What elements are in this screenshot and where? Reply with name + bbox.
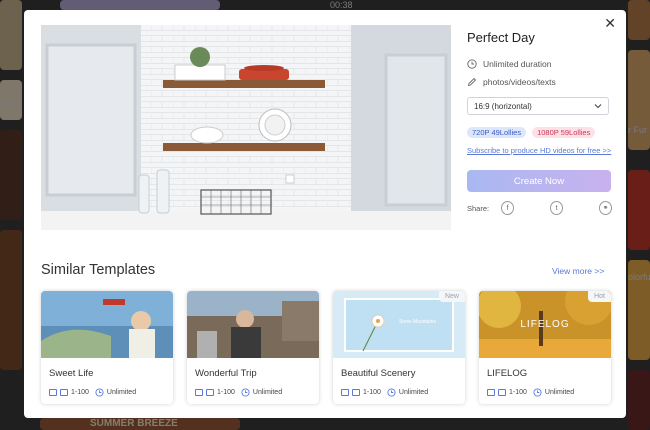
kitchen-shelf-illustration bbox=[41, 25, 451, 230]
view-more-link[interactable]: View more >> bbox=[552, 266, 604, 276]
share-row: Share: f t ⚭ bbox=[467, 201, 613, 215]
card-duration: Unlimited bbox=[106, 389, 137, 396]
card-title: LIFELOG bbox=[487, 368, 528, 379]
facebook-icon[interactable]: f bbox=[501, 201, 515, 215]
aspect-ratio-select[interactable]: 16:9 (horizontal) bbox=[467, 97, 609, 115]
card-meta: 1-100 Unlimited bbox=[341, 388, 428, 397]
similar-templates-heading: Similar Templates bbox=[41, 262, 156, 278]
card-range: 1-100 bbox=[217, 389, 235, 396]
badge-1080p: 1080P 59Lollies bbox=[532, 127, 596, 138]
clock-icon bbox=[533, 388, 542, 397]
template-card-lifelog[interactable]: LIFELOG Hot LIFELOG 1-100 Unlimited bbox=[479, 291, 611, 404]
card-meta: 1-100 Unlimited bbox=[195, 388, 282, 397]
card-overlay-text: LIFELOG bbox=[520, 319, 569, 330]
template-card-sweet-life[interactable]: Sweet Life 1-100 Unlimited bbox=[41, 291, 173, 404]
card-thumbnail bbox=[187, 291, 319, 358]
image-icon bbox=[195, 389, 203, 396]
duration-row: Unlimited duration bbox=[467, 55, 612, 73]
card-title: Wonderful Trip bbox=[195, 368, 257, 379]
card-duration: Unlimited bbox=[544, 389, 575, 396]
template-card-beautiful-scenery[interactable]: Snow Mountains New Beautiful Scenery 1-1… bbox=[333, 291, 465, 404]
template-title: Perfect Day bbox=[467, 30, 535, 45]
subscribe-link[interactable]: Subscribe to produce HD videos for free … bbox=[467, 144, 612, 158]
twitter-icon[interactable]: t bbox=[550, 201, 564, 215]
template-info-panel: Perfect Day Unlimited duration photos/vi… bbox=[467, 30, 613, 215]
card-thumbnail bbox=[41, 291, 173, 358]
duration-text: Unlimited duration bbox=[483, 59, 552, 69]
hot-tag: Hot bbox=[588, 291, 611, 302]
close-icon[interactable]: ✕ bbox=[604, 16, 616, 30]
card-duration: Unlimited bbox=[398, 389, 429, 396]
create-now-button[interactable]: Create Now bbox=[467, 170, 611, 192]
video-icon bbox=[352, 389, 360, 396]
image-icon bbox=[487, 389, 495, 396]
video-icon bbox=[206, 389, 214, 396]
card-range: 1-100 bbox=[71, 389, 89, 396]
clock-icon bbox=[467, 59, 477, 69]
pencil-icon bbox=[467, 77, 477, 87]
template-preview-image[interactable] bbox=[41, 25, 451, 230]
video-icon bbox=[498, 389, 506, 396]
template-preview-modal: ✕ Perfect Day Unlimited duration photos/… bbox=[24, 10, 626, 418]
quality-badges: 720P 49Lollies 1080P 59Lollies bbox=[467, 127, 612, 138]
card-overlay-text: Snow Mountains bbox=[399, 319, 436, 325]
new-tag: New bbox=[438, 291, 465, 302]
image-icon bbox=[341, 389, 349, 396]
clock-icon bbox=[95, 388, 104, 397]
card-range: 1-100 bbox=[509, 389, 527, 396]
card-duration: Unlimited bbox=[252, 389, 283, 396]
image-icon bbox=[49, 389, 57, 396]
clock-icon bbox=[387, 388, 396, 397]
link-icon[interactable]: ⚭ bbox=[599, 201, 613, 215]
media-row: photos/videos/texts bbox=[467, 73, 612, 91]
card-title: Sweet Life bbox=[49, 368, 94, 379]
chevron-down-icon bbox=[594, 104, 602, 109]
card-meta: 1-100 Unlimited bbox=[487, 388, 574, 397]
video-icon bbox=[60, 389, 68, 396]
card-meta: 1-100 Unlimited bbox=[49, 388, 136, 397]
card-title: Beautiful Scenery bbox=[341, 368, 416, 379]
template-card-wonderful-trip[interactable]: Wonderful Trip 1-100 Unlimited bbox=[187, 291, 319, 404]
clock-icon bbox=[241, 388, 250, 397]
badge-720p: 720P 49Lollies bbox=[467, 127, 527, 138]
card-range: 1-100 bbox=[363, 389, 381, 396]
aspect-ratio-value: 16:9 (horizontal) bbox=[474, 101, 532, 111]
share-label: Share: bbox=[467, 203, 490, 213]
media-text: photos/videos/texts bbox=[483, 77, 556, 87]
